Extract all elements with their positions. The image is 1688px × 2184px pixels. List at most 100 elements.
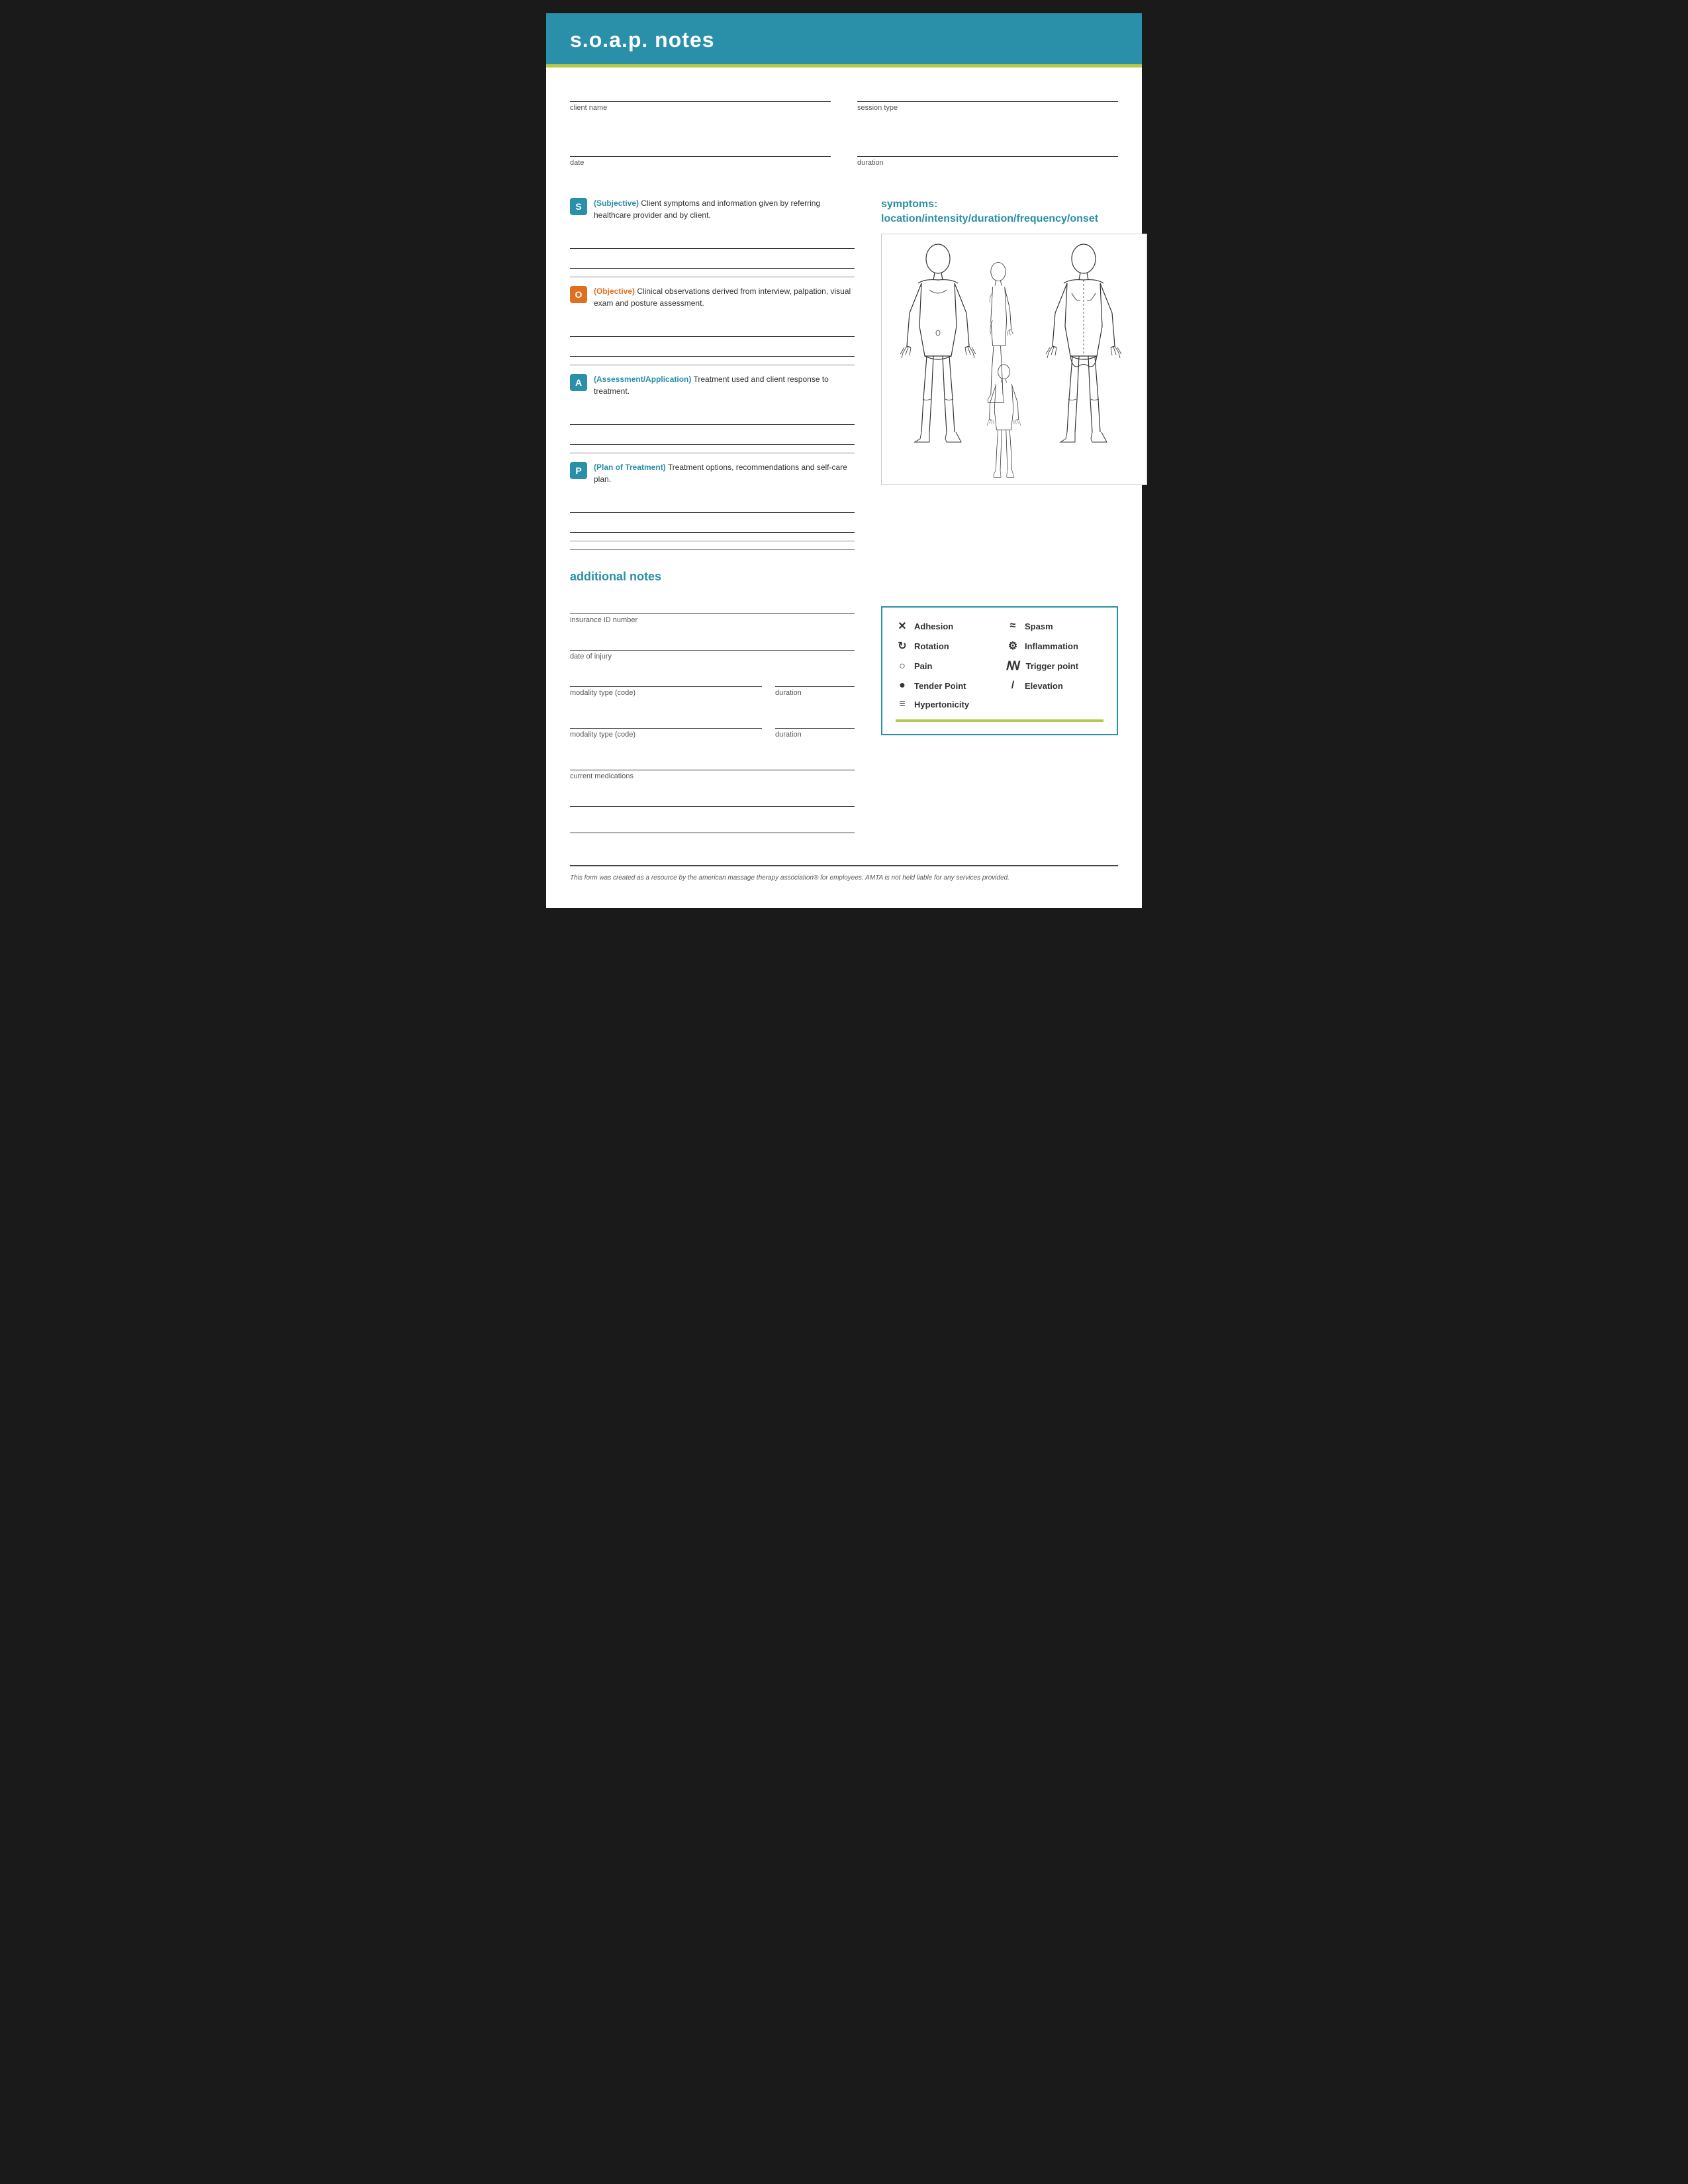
soap-a-line2[interactable] — [570, 430, 855, 445]
legend-item-hypertonicity: ≡ Hypertonicity — [896, 698, 993, 710]
soap-a-line1[interactable] — [570, 410, 855, 425]
modality-duration-input-1[interactable] — [775, 672, 855, 687]
modality-type-input-1[interactable] — [570, 672, 762, 687]
client-name-input[interactable] — [570, 87, 831, 102]
legend-item-adhesion: ✕ Adhesion — [896, 619, 993, 633]
soap-a-text: (Assessment/Application) Treatment used … — [594, 373, 855, 397]
header: s.o.a.p. notes — [546, 13, 1142, 68]
client-name-field: client name — [570, 87, 831, 112]
insurance-id-label: insurance ID number — [570, 616, 855, 624]
legend-item-tender-point: ● Tender Point — [896, 680, 993, 692]
modality-type-label-1: modality type (code) — [570, 689, 762, 697]
soap-s-badge: S — [570, 198, 587, 215]
legend-item-pain: ○ Pain — [896, 659, 993, 673]
legend-box: ✕ Adhesion ≈ Spasm ↻ Rotation ⚙ — [881, 606, 1118, 735]
soap-s-line1[interactable] — [570, 234, 855, 249]
divider-5 — [570, 549, 855, 550]
modality-type-field-1: modality type (code) — [570, 672, 762, 697]
soap-a-section: A (Assessment/Application) Treatment use… — [570, 373, 855, 397]
soap-p-section: P (Plan of Treatment) Treatment options,… — [570, 461, 855, 485]
modality-duration-field-1: duration — [775, 672, 855, 697]
extra-field-1 — [570, 792, 855, 807]
extra-input-2[interactable] — [570, 819, 855, 833]
date-input[interactable] — [570, 142, 831, 157]
modality-row-1: modality type (code) duration — [570, 672, 855, 709]
duration-field: duration — [857, 142, 1118, 167]
soap-s-label: (Subjective) — [594, 199, 639, 208]
modality-type-label-2: modality type (code) — [570, 731, 762, 739]
date-field: date — [570, 142, 831, 167]
adhesion-symbol: ✕ — [896, 619, 909, 633]
bottom-section: insurance ID number date of injury modal… — [570, 600, 1118, 845]
symptoms-title-line1: symptoms: — [881, 199, 937, 210]
spasm-label: Spasm — [1025, 621, 1053, 631]
tender-point-label: Tender Point — [914, 681, 966, 691]
trigger-point-label: Trigger point — [1026, 661, 1078, 671]
duration-input[interactable] — [857, 142, 1118, 157]
soap-o-badge: O — [570, 286, 587, 303]
date-of-injury-label: date of injury — [570, 653, 855, 660]
soap-o-line2[interactable] — [570, 342, 855, 357]
main-content: client name session type date duration — [546, 68, 1142, 845]
modality-duration-label-2: duration — [775, 731, 855, 739]
rotation-symbol: ↻ — [896, 639, 909, 653]
soap-a-label: (Assessment/Application) — [594, 375, 691, 384]
legend-item-spasm: ≈ Spasm — [1006, 619, 1103, 633]
duration-label: duration — [857, 159, 1118, 167]
page-title: s.o.a.p. notes — [570, 28, 1118, 52]
symptoms-title: symptoms: location/intensity/duration/fr… — [881, 197, 1147, 227]
session-type-field: session type — [857, 87, 1118, 112]
inflammation-label: Inflammation — [1025, 641, 1078, 651]
hypertonicity-symbol: ≡ — [896, 698, 909, 710]
symptoms-header: symptoms: location/intensity/duration/fr… — [881, 197, 1147, 227]
date-of-injury-input[interactable] — [570, 636, 855, 651]
insurance-id-input[interactable] — [570, 600, 855, 614]
modality-duration-field-2: duration — [775, 714, 855, 739]
legend-item-elevation: / Elevation — [1006, 680, 1103, 692]
pain-symbol: ○ — [896, 660, 909, 672]
inflammation-symbol: ⚙ — [1006, 639, 1019, 653]
soap-p-badge: P — [570, 462, 587, 479]
insurance-id-field: insurance ID number — [570, 600, 855, 624]
elevation-symbol: / — [1006, 680, 1019, 692]
soap-s-line2[interactable] — [570, 254, 855, 269]
session-type-label: session type — [857, 104, 1118, 112]
soap-p-lines — [570, 498, 855, 533]
footer-text: This form was created as a resource by t… — [570, 874, 1118, 882]
bottom-left: insurance ID number date of injury modal… — [570, 600, 855, 845]
two-col-layout: S (Subjective) Client symptoms and infor… — [570, 197, 1118, 593]
date-of-injury-field: date of injury — [570, 636, 855, 660]
modality-duration-label-1: duration — [775, 689, 855, 697]
soap-s-text: (Subjective) Client symptoms and informa… — [594, 197, 855, 221]
extra-field-2 — [570, 819, 855, 833]
current-medications-input[interactable] — [570, 756, 855, 770]
modality-type-field-2: modality type (code) — [570, 714, 762, 739]
session-type-input[interactable] — [857, 87, 1118, 102]
legend-grid: ✕ Adhesion ≈ Spasm ↻ Rotation ⚙ — [896, 619, 1103, 710]
modality-row-2: modality type (code) duration — [570, 714, 855, 751]
soap-a-badge: A — [570, 374, 587, 391]
hypertonicity-label: Hypertonicity — [914, 700, 969, 709]
trigger-point-symbol: ꟿ — [1006, 659, 1021, 673]
additional-notes-section: additional notes — [570, 570, 855, 584]
soap-p-label: (Plan of Treatment) — [594, 463, 666, 472]
extra-input-1[interactable] — [570, 792, 855, 807]
soap-p-line2[interactable] — [570, 518, 855, 533]
soap-a-lines — [570, 410, 855, 445]
pain-label: Pain — [914, 661, 932, 671]
soap-p-line1[interactable] — [570, 498, 855, 513]
body-diagram — [881, 234, 1147, 485]
current-medications-label: current medications — [570, 772, 855, 780]
right-column: symptoms: location/intensity/duration/fr… — [881, 197, 1147, 593]
legend-item-trigger-point: ꟿ Trigger point — [1006, 659, 1103, 673]
rotation-label: Rotation — [914, 641, 949, 651]
modality-duration-input-2[interactable] — [775, 714, 855, 729]
soap-o-line1[interactable] — [570, 322, 855, 337]
date-label: date — [570, 159, 831, 167]
current-medications-field: current medications — [570, 756, 855, 780]
soap-s-section: S (Subjective) Client symptoms and infor… — [570, 197, 855, 221]
bottom-right: ✕ Adhesion ≈ Spasm ↻ Rotation ⚙ — [881, 600, 1118, 845]
soap-o-label: (Objective) — [594, 287, 635, 296]
modality-type-input-2[interactable] — [570, 714, 762, 729]
soap-o-section: O (Objective) Clinical observations deri… — [570, 285, 855, 309]
